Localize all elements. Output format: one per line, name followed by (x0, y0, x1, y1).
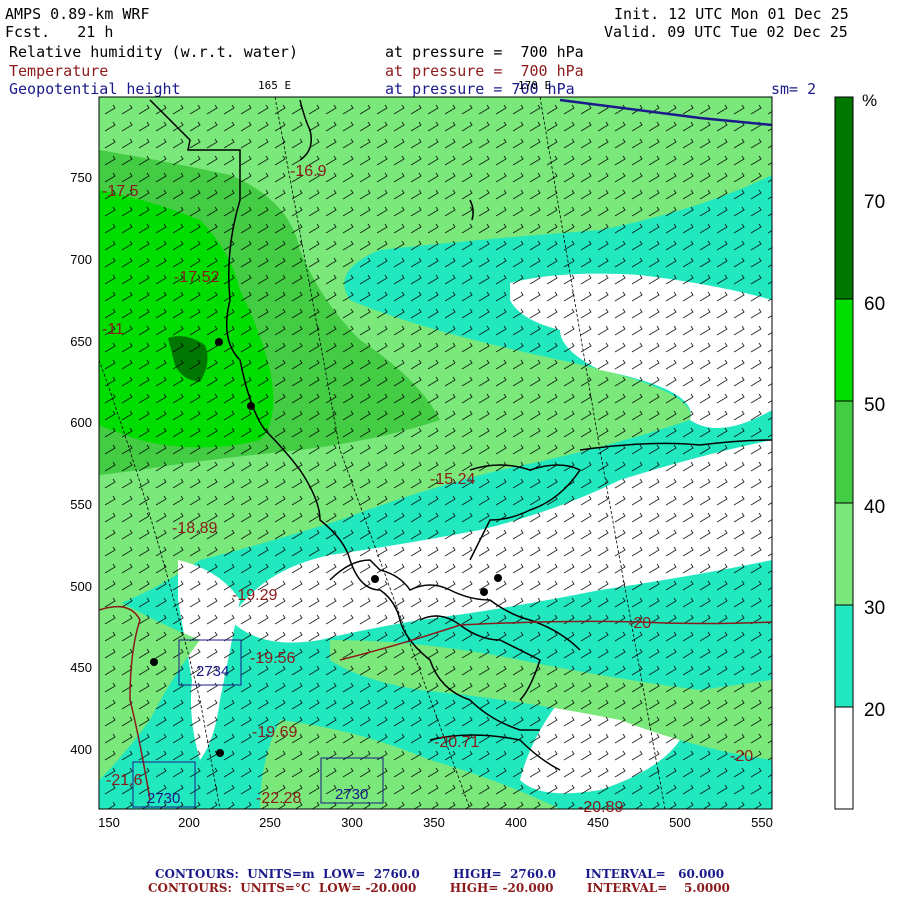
y-tick-label: 500 (70, 579, 92, 594)
temp-label: -18.89 (172, 520, 217, 537)
y-tick-label: 550 (70, 497, 92, 512)
colorbar-unit: % (862, 91, 877, 110)
y-tick-label: 450 (70, 660, 92, 675)
x-tick-label: 350 (423, 815, 445, 830)
temp-label: -15.24 (430, 471, 475, 488)
temp-label: -20 (628, 615, 651, 632)
x-tick-label: 300 (341, 815, 363, 830)
temp-label: -19.56 (250, 650, 295, 667)
colorbar-segment (834, 604, 854, 708)
y-tick-label: 650 (70, 334, 92, 349)
temp-label: -16.9 (290, 163, 327, 180)
colorbar-segment (834, 502, 854, 606)
y-tick-label: 700 (70, 252, 92, 267)
footer-height-contours: CONTOURS: UNITS=m LOW= 2760.0 HIGH= 2760… (155, 867, 725, 881)
y-tick-label: 600 (70, 415, 92, 430)
height-label: 2730 (147, 790, 180, 807)
temp-label: -21.6 (106, 772, 143, 789)
colorbar-label: 20 (864, 700, 885, 721)
humidity-field (99, 97, 772, 809)
colorbar-label: 70 (864, 192, 885, 213)
colorbar-label: 30 (864, 598, 885, 619)
x-tick-label: 550 (751, 815, 773, 830)
temp-label: -19.69 (252, 724, 297, 741)
height-label: 2730 (335, 786, 368, 803)
x-tick-label: 400 (505, 815, 527, 830)
x-tick-label: 250 (259, 815, 281, 830)
temp-label: -20.89 (578, 799, 623, 816)
colorbar-segment (834, 706, 854, 810)
y-tick-label: 750 (70, 170, 92, 185)
colorbar-label: 50 (864, 395, 885, 416)
temp-label: -20 (730, 748, 753, 765)
temp-label: -17.52 (174, 269, 219, 286)
height-label: 2734 (196, 663, 229, 680)
footer-temp-contours: CONTOURS: UNITS=°C LOW= -20.000 HIGH= -2… (148, 881, 730, 895)
x-tick-label: 500 (669, 815, 691, 830)
y-axis: 750 700 650 600 550 500 450 400 (70, 170, 92, 757)
temp-label: -20.71 (434, 734, 479, 751)
temp-label: -11 (102, 321, 124, 338)
colorbar-segment (834, 400, 854, 504)
temp-label: -19.29 (232, 587, 277, 604)
temp-label: -17.5 (102, 183, 139, 200)
colorbar-segment (834, 96, 854, 300)
colorbar-label: 40 (864, 497, 885, 518)
colorbar: % 70 60 50 40 30 20 (834, 91, 885, 810)
map-canvas: 150 200 250 300 350 400 450 500 550 750 … (70, 91, 885, 830)
colorbar-segment (834, 298, 854, 402)
x-axis: 150 200 250 300 350 400 450 500 550 (98, 815, 773, 830)
x-tick-label: 450 (587, 815, 609, 830)
y-tick-label: 400 (70, 742, 92, 757)
temp-label: -22.28 (256, 790, 301, 807)
colorbar-label: 60 (864, 294, 885, 315)
x-tick-label: 150 (98, 815, 120, 830)
x-tick-label: 200 (178, 815, 200, 830)
